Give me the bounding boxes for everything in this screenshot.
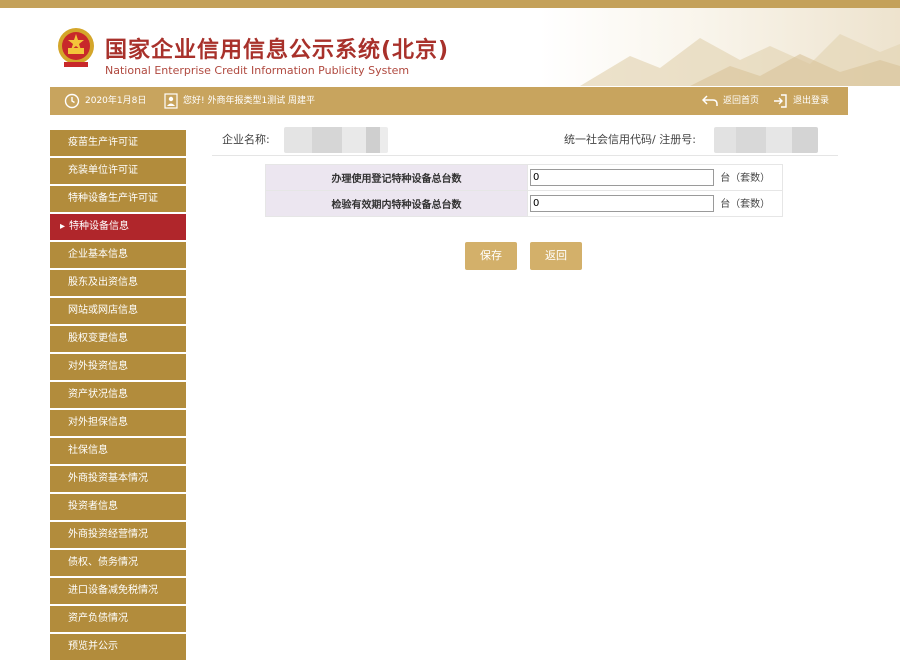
date-display: 2020年1月8日 (64, 87, 146, 115)
site-header: 国家企业信用信息公示系统(北京) National Enterprise Cre… (0, 8, 900, 86)
home-link[interactable]: 返回首页 (702, 87, 759, 115)
sidebar-item[interactable]: 对外担保信息 (50, 410, 186, 436)
sidebar-item[interactable]: 资产状况信息 (50, 382, 186, 408)
sidebar-item[interactable]: 企业基本信息 (50, 242, 186, 268)
company-name-label: 企业名称: (222, 133, 270, 146)
registered-equipment-input[interactable] (530, 169, 714, 187)
credit-code-label: 统一社会信用代码/ 注册号: (564, 133, 696, 146)
credit-code-redacted (714, 127, 818, 153)
unit-label: 台（套数） (720, 198, 771, 210)
sidebar-item[interactable]: 外商投资经营情况 (50, 522, 186, 548)
sidebar-menu: 疫苗生产许可证充装单位许可证特种设备生产许可证特种设备信息企业基本信息股东及出资… (50, 130, 186, 662)
special-equipment-form: 办理使用登记特种设备总台数 台（套数） 检验有效期内特种设备总台数 台（套数） (265, 164, 783, 217)
sidebar-item[interactable]: 特种设备生产许可证 (50, 186, 186, 212)
save-button[interactable]: 保存 (465, 242, 517, 270)
status-bar: 2020年1月8日 您好! 外商年报类型1测试 周建平 返回首页 退出登录 (50, 87, 848, 115)
user-card-icon (164, 93, 178, 109)
form-row: 办理使用登记特种设备总台数 台（套数） (265, 164, 783, 191)
inspected-equipment-label: 检验有效期内特种设备总台数 (265, 190, 528, 217)
greeting-text: 您好! 外商年报类型1测试 周建平 (183, 96, 316, 106)
sidebar-item[interactable]: 特种设备信息 (50, 214, 186, 240)
logout-icon (772, 93, 788, 109)
sidebar-item[interactable]: 债权、债务情况 (50, 550, 186, 576)
logout-link[interactable]: 退出登录 (772, 87, 829, 115)
unit-label: 台（套数） (720, 172, 771, 184)
inspected-equipment-cell: 台（套数） (527, 190, 783, 217)
sidebar-item[interactable]: 对外投资信息 (50, 354, 186, 380)
national-emblem-icon (58, 28, 94, 67)
home-link-label: 返回首页 (723, 96, 760, 106)
return-arrow-icon (702, 94, 718, 108)
header-landscape-art (540, 8, 900, 86)
sidebar-item[interactable]: 资产负债情况 (50, 606, 186, 632)
site-subtitle: National Enterprise Credit Information P… (105, 64, 410, 77)
sidebar-item[interactable]: 社保信息 (50, 438, 186, 464)
sidebar-item[interactable]: 进口设备减免税情况 (50, 578, 186, 604)
registered-equipment-cell: 台（套数） (527, 164, 783, 191)
sidebar-item[interactable]: 股东及出资信息 (50, 270, 186, 296)
logout-link-label: 退出登录 (793, 96, 830, 106)
registered-equipment-label: 办理使用登记特种设备总台数 (265, 164, 528, 191)
mountain-decoration (580, 34, 900, 86)
back-button[interactable]: 返回 (530, 242, 582, 270)
company-info-row: 企业名称: 统一社会信用代码/ 注册号: (212, 124, 838, 156)
sidebar-item[interactable]: 股权变更信息 (50, 326, 186, 352)
user-greeting: 您好! 外商年报类型1测试 周建平 (164, 87, 315, 115)
sidebar-item[interactable]: 网站或网店信息 (50, 298, 186, 324)
sidebar-item[interactable]: 预览并公示 (50, 634, 186, 660)
form-row: 检验有效期内特种设备总台数 台（套数） (265, 190, 783, 217)
clock-icon (64, 93, 80, 109)
site-title: 国家企业信用信息公示系统(北京) (105, 38, 450, 63)
sidebar-item[interactable]: 外商投资基本情况 (50, 466, 186, 492)
sidebar-item[interactable]: 投资者信息 (50, 494, 186, 520)
date-text: 2020年1月8日 (85, 96, 147, 106)
top-accent-line (0, 0, 900, 8)
company-name-redacted (284, 127, 388, 153)
inspected-equipment-input[interactable] (530, 195, 714, 213)
sidebar-item[interactable]: 疫苗生产许可证 (50, 130, 186, 156)
sidebar-item[interactable]: 充装单位许可证 (50, 158, 186, 184)
